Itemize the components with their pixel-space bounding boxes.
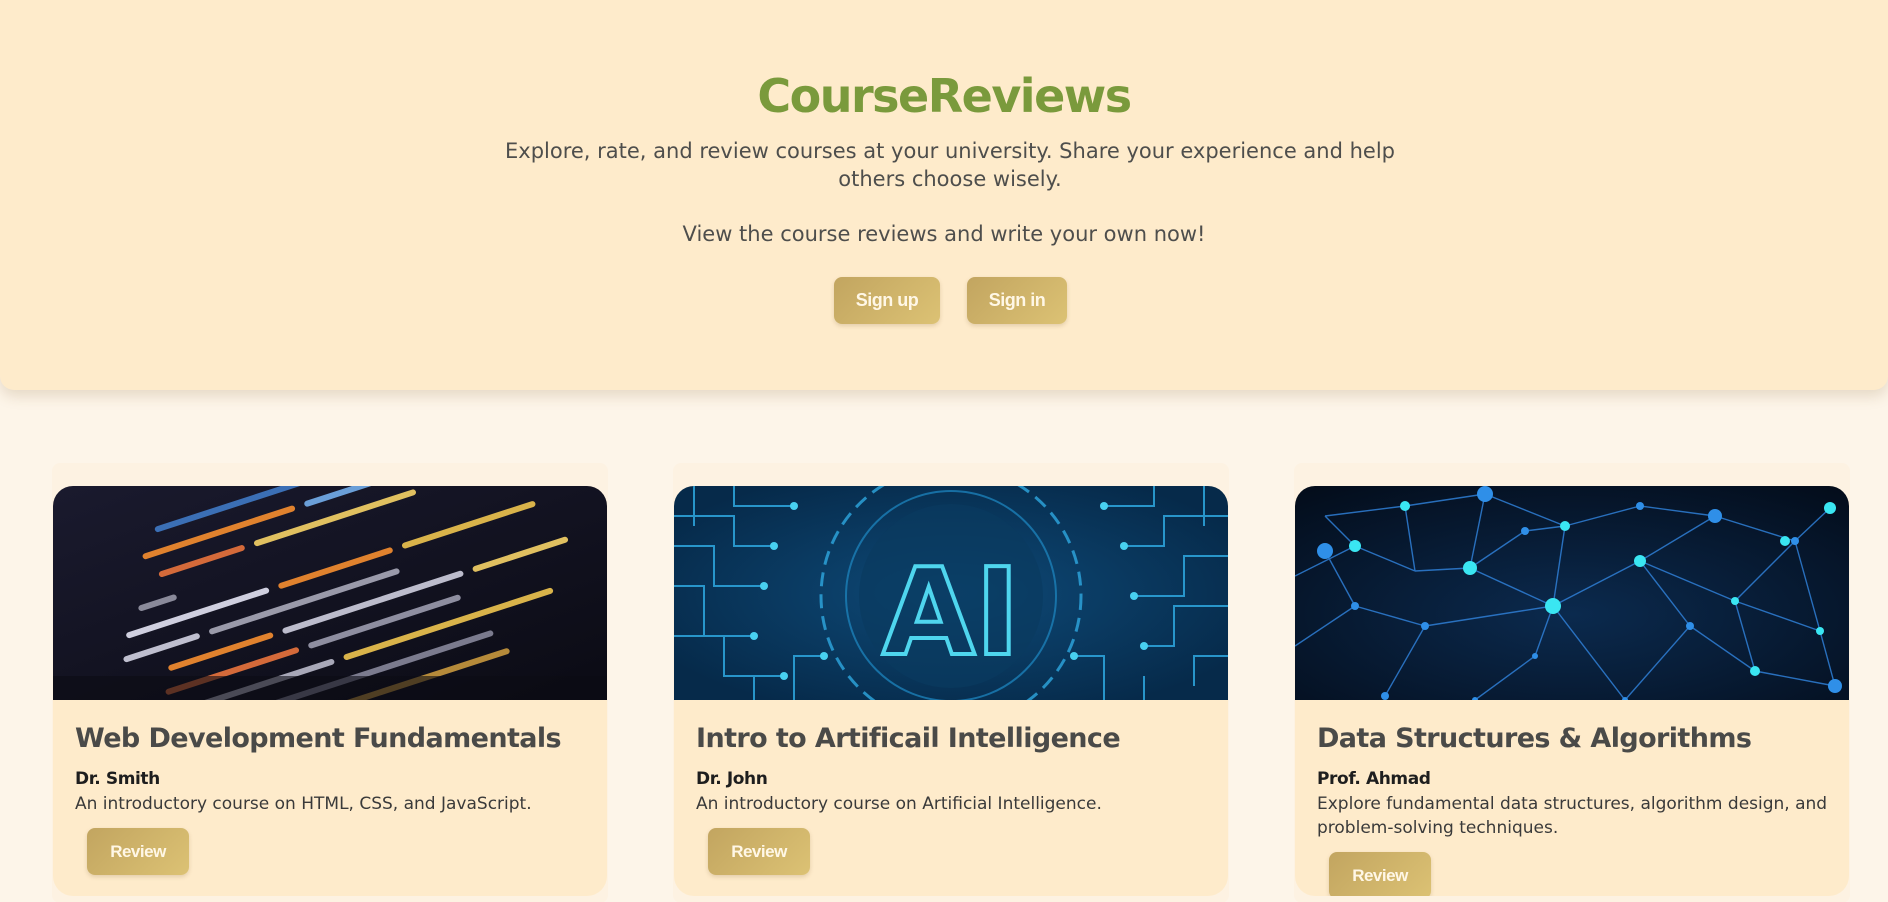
course-card-dsa: Data Structures & Algorithms Prof. Ahmad… [1295,486,1849,896]
hero-tagline: Explore, rate, and review courses at you… [505,139,1395,191]
course-card-web-dev: Web Development Fundamentals Dr. Smith A… [53,486,607,896]
sign-in-button[interactable]: Sign in [967,277,1067,324]
course-professor: Prof. Ahmad [1317,769,1431,789]
ai-circuit-image: AI [674,486,1228,700]
course-card-ai: AI Intro to Artificail Intelligence Dr. … [674,486,1228,896]
course-description: An introductory course on Artificial Int… [696,794,1102,814]
review-button[interactable]: Review [1329,852,1431,896]
brand-title: CourseReviews [757,69,1132,123]
course-title: Intro to Artificail Intelligence [696,723,1121,754]
code-editor-image [53,486,607,700]
review-button[interactable]: Review [87,828,189,875]
course-title: Data Structures & Algorithms [1317,723,1752,754]
network-graph-image [1295,486,1849,700]
course-professor: Dr. Smith [75,769,160,789]
hero-subline: View the course reviews and write your o… [682,222,1206,246]
hero-header: CourseReviews Explore, rate, and review … [0,0,1888,390]
review-button[interactable]: Review [708,828,810,875]
course-professor: Dr. John [696,769,768,789]
course-description: Explore fundamental data structures, alg… [1317,794,1828,838]
course-title: Web Development Fundamentals [75,723,562,754]
sign-up-button[interactable]: Sign up [834,277,940,324]
course-description: An introductory course on HTML, CSS, and… [75,794,532,814]
ai-letters: AI [882,544,1020,683]
